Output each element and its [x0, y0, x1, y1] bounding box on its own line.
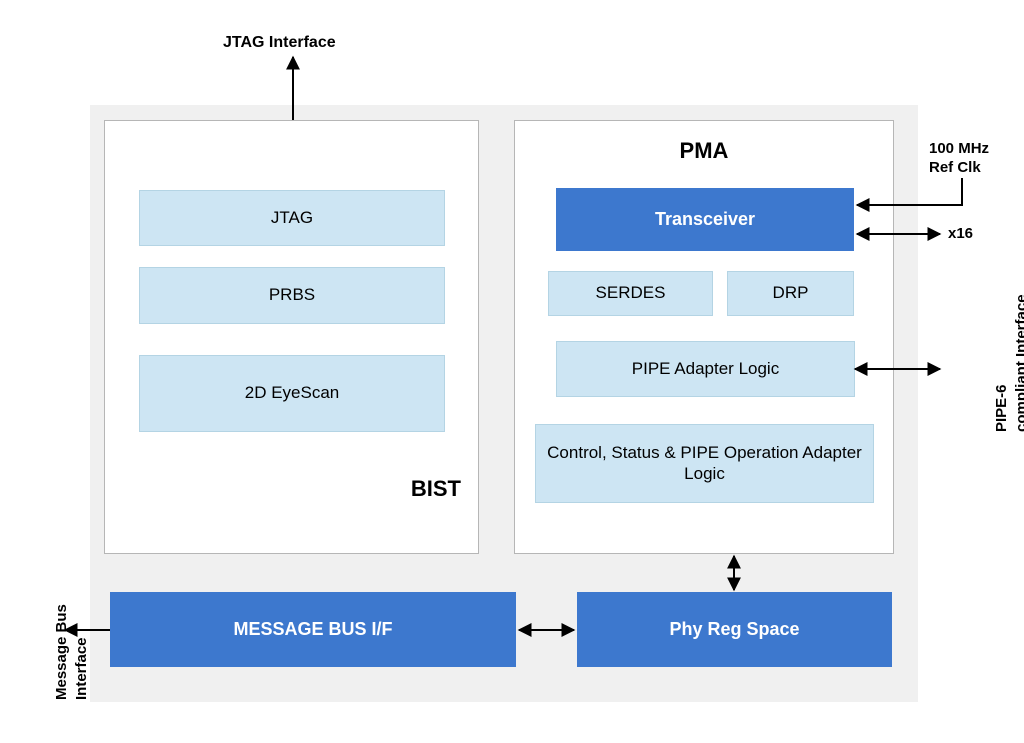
label-ref-clk-line2: Ref Clk: [929, 158, 981, 176]
block-control-status-pipe-operation-adapter-logic[interactable]: Control, Status & PIPE Operation Adapter…: [535, 424, 874, 503]
block-drp-label: DRP: [772, 283, 809, 303]
label-message-bus-line2: Interface: [72, 637, 90, 700]
label-message-bus-line1: Message Bus: [53, 604, 70, 700]
label-ref-clk-line1: 100 MHz: [929, 140, 990, 157]
label-pipe6-line1: PIPE-6: [993, 384, 1010, 432]
block-message-bus-if[interactable]: MESSAGE BUS I/F: [110, 592, 516, 667]
label-jtag-interface: JTAG Interface: [223, 34, 336, 51]
label-lane-width: x16: [948, 225, 974, 242]
bist-section-title: BIST: [410, 476, 461, 501]
block-2d-eyescan[interactable]: 2D EyeScan: [139, 355, 445, 432]
block-2d-eyescan-label: 2D EyeScan: [244, 383, 340, 403]
block-pipe-adapter-logic-label: PIPE Adapter Logic: [631, 358, 780, 378]
block-phy-reg-space-label: Phy Reg Space: [669, 618, 800, 639]
block-prbs-label: PRBS: [268, 285, 316, 305]
label-ref-clk: 100 MHz Ref Clk: [929, 140, 989, 178]
block-jtag[interactable]: JTAG: [139, 190, 445, 246]
block-serdes-label: SERDES: [595, 283, 666, 303]
pma-section-title: PMA: [679, 138, 729, 163]
diagram-canvas: JTAG PRBS 2D EyeScan BIST PMA Transceive…: [0, 0, 1024, 743]
block-jtag-label: JTAG: [270, 207, 314, 227]
label-message-bus-interface: Message Bus Interface: [52, 604, 91, 700]
block-serdes[interactable]: SERDES: [548, 271, 713, 316]
label-pipe6-compliant-interface: PIPE-6 compliant Interface: [992, 294, 1024, 432]
block-transceiver[interactable]: Transceiver: [556, 188, 854, 251]
block-control-status-label: Control, Status & PIPE Operation Adapter…: [547, 442, 862, 483]
block-transceiver-label: Transceiver: [654, 208, 756, 229]
block-drp[interactable]: DRP: [727, 271, 854, 316]
block-message-bus-if-label: MESSAGE BUS I/F: [233, 618, 393, 639]
block-pipe-adapter-logic[interactable]: PIPE Adapter Logic: [556, 341, 855, 397]
label-pipe6-line2: compliant Interface: [1012, 294, 1024, 432]
block-phy-reg-space[interactable]: Phy Reg Space: [577, 592, 892, 667]
block-prbs[interactable]: PRBS: [139, 267, 445, 324]
